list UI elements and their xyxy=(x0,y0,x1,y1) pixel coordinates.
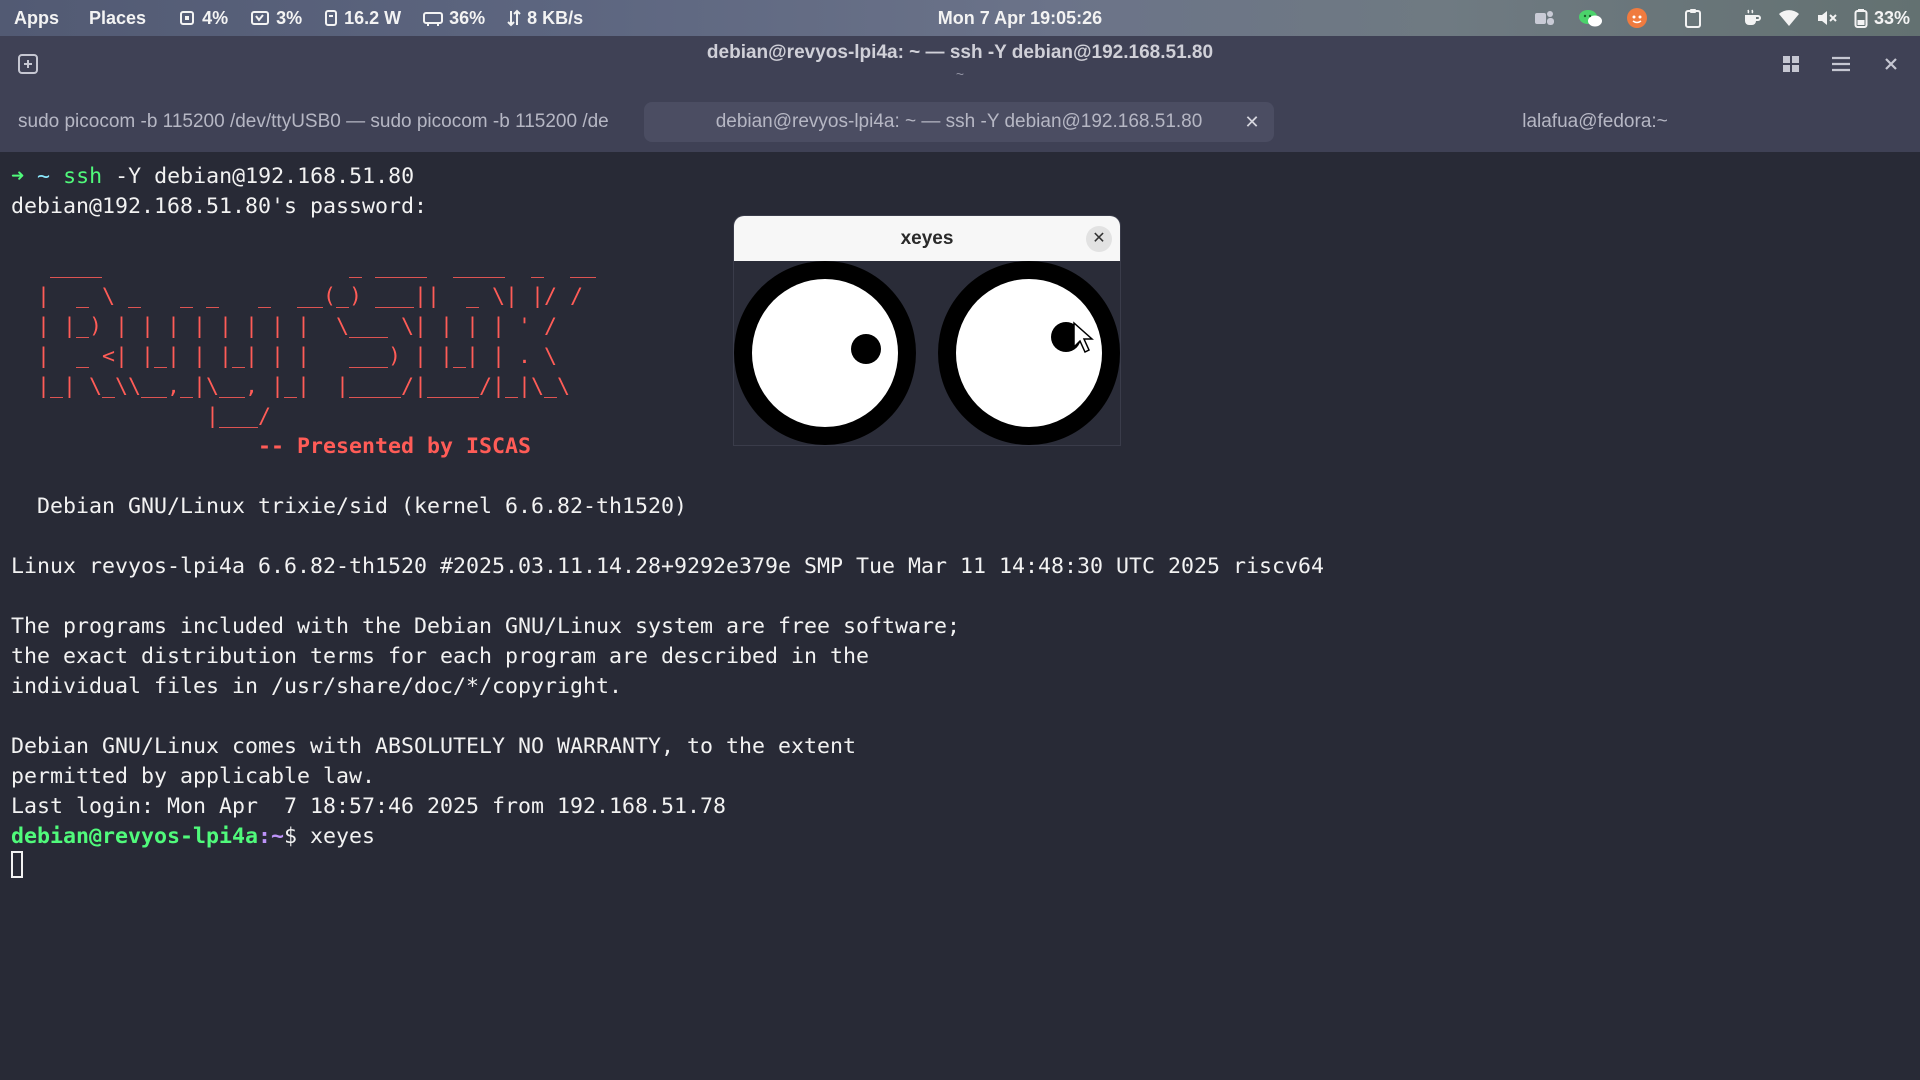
memory-value: 3% xyxy=(276,7,303,28)
prompt-path: :~ xyxy=(258,824,285,849)
new-tab-icon xyxy=(18,54,38,74)
prompt-arrow: ➜ xyxy=(11,164,25,189)
tab-label: lalafua@fedora:~ xyxy=(1522,111,1668,132)
clipboard-icon[interactable] xyxy=(1684,8,1702,28)
prompt-tilde: ~ xyxy=(37,164,51,189)
places-menu[interactable]: Places xyxy=(89,8,146,29)
grid-icon xyxy=(1783,56,1799,72)
coffee-icon[interactable] xyxy=(1742,8,1762,28)
tab-close-icon[interactable]: ✕ xyxy=(1240,102,1264,142)
motd-line: permitted by applicable law. xyxy=(11,764,376,789)
text-cursor xyxy=(11,851,23,878)
debian-version: Debian GNU/Linux trixie/sid (kernel 6.6.… xyxy=(11,494,688,519)
memory-icon xyxy=(251,11,270,25)
terminal-line: debian@192.168.51.80's password: xyxy=(11,194,428,219)
places-label: Places xyxy=(89,7,147,28)
tab-bar: sudo picocom -b 115200 /dev/ttyUSB0 — su… xyxy=(0,92,1920,152)
window-close-button[interactable] xyxy=(1873,46,1909,82)
motd-line: Debian GNU/Linux comes with ABSOLUTELY N… xyxy=(11,734,857,759)
xeyes-titlebar[interactable]: xeyes xyxy=(734,216,1120,261)
shell-prompt: debian@revyos-lpi4a:~$ xeyes xyxy=(11,822,375,852)
clock[interactable]: Mon 7 Apr 19:05:26 xyxy=(880,0,1160,36)
tab-picocom[interactable]: sudo picocom -b 115200 /dev/ttyUSB0 — su… xyxy=(10,102,626,142)
new-tab-button[interactable] xyxy=(10,46,46,82)
ascii-logo-line: | |_) | | | | | | | | \___ \| | | | ' / xyxy=(11,314,571,339)
battery-icon xyxy=(1854,9,1868,28)
ascii-logo-line: | _ <| |_| | |_| | | ___) | |_| | . \ xyxy=(11,344,571,369)
window-title: debian@revyos-lpi4a: ~ — ssh -Y debian@1… xyxy=(706,42,1214,63)
ascii-logo-line: |_| \_\\__,_|\__, |_| |____/|____/|_|\_\ xyxy=(11,374,571,399)
uname-line: Linux revyos-lpi4a 6.6.82-th1520 #2025.0… xyxy=(11,554,1325,579)
command-name: ssh xyxy=(63,164,103,189)
hamburger-icon xyxy=(1832,56,1850,72)
tab-label: debian@revyos-lpi4a: ~ — ssh -Y debian@1… xyxy=(715,111,1203,132)
tab-fedora[interactable]: lalafua@fedora:~ xyxy=(1290,102,1900,142)
cpu-indicator[interactable]: 4% xyxy=(178,8,228,29)
ascii-logo-line: |___/ xyxy=(11,404,272,429)
cpu-value: 4% xyxy=(202,7,229,28)
left-eye xyxy=(734,261,916,445)
teams-icon[interactable] xyxy=(1534,8,1556,28)
ascii-logo-line: | _ \ _ _ _ _ __(_) ___|| _ \| |/ / xyxy=(11,284,584,309)
tab-ssh-active[interactable]: debian@revyos-lpi4a: ~ — ssh -Y debian@1… xyxy=(644,102,1274,142)
cpu-icon xyxy=(180,11,195,25)
battery-indicator[interactable]: 33% xyxy=(1854,8,1910,29)
power-icon xyxy=(325,10,338,26)
battery-value: 33% xyxy=(1873,7,1910,28)
xeyes-canvas[interactable] xyxy=(734,261,1120,445)
terminal-headerbar: debian@revyos-lpi4a: ~ — ssh -Y debian@1… xyxy=(0,36,1920,92)
last-login: Last login: Mon Apr 7 18:57:46 2025 from… xyxy=(11,794,727,819)
prompt-user: debian@revyos-lpi4a xyxy=(11,824,259,849)
top-panel: Apps Places 4% 3% 16.2 W 36% 8 KB/s Mon … xyxy=(0,0,1920,36)
ascii-logo-line: ____ _ ____ ____ _ __ xyxy=(11,254,597,279)
xeyes-window[interactable]: xeyes ✕ xyxy=(734,216,1120,445)
wifi-icon[interactable] xyxy=(1778,9,1800,27)
gpu-icon xyxy=(423,12,444,26)
apps-menu[interactable]: Apps xyxy=(14,8,59,29)
wechat-icon[interactable] xyxy=(1578,8,1604,28)
tab-overview-button[interactable] xyxy=(1773,46,1809,82)
right-eye xyxy=(938,261,1120,445)
gpu-value: 36% xyxy=(449,7,486,28)
memory-indicator[interactable]: 3% xyxy=(250,8,302,29)
power-value: 16.2 W xyxy=(344,7,402,28)
xeyes-close-button[interactable]: ✕ xyxy=(1086,226,1112,252)
command-args: -Y debian@192.168.51.80 xyxy=(102,164,415,189)
close-icon xyxy=(1885,58,1897,70)
main-menu-button[interactable] xyxy=(1823,46,1859,82)
motd-line: The programs included with the Debian GN… xyxy=(11,614,961,639)
tab-label: sudo picocom -b 115200 /dev/ttyUSB0 — su… xyxy=(18,111,609,132)
terminal-line: ➜ ~ ssh -Y debian@192.168.51.80 xyxy=(11,162,414,192)
app-indicator-icon[interactable] xyxy=(1626,7,1648,29)
motd-line: the exact distribution terms for each pr… xyxy=(11,644,870,669)
volume-muted-icon[interactable] xyxy=(1816,9,1838,27)
motd-line: individual files in /usr/share/doc/*/cop… xyxy=(11,674,623,699)
left-pupil xyxy=(851,334,881,364)
window-subtitle: ~ xyxy=(955,66,965,82)
prompt-command: $ xeyes xyxy=(284,824,376,849)
power-indicator[interactable]: 16.2 W xyxy=(324,8,401,29)
network-indicator[interactable]: 8 KB/s xyxy=(507,8,583,29)
network-value: 8 KB/s xyxy=(527,7,584,28)
gpu-indicator[interactable]: 36% xyxy=(423,8,485,29)
presented-by: -- Presented by ISCAS xyxy=(11,434,532,459)
eyes-drawing xyxy=(734,261,1120,445)
xeyes-title: xeyes xyxy=(900,228,954,249)
apps-label: Apps xyxy=(14,7,59,28)
network-icon xyxy=(507,9,521,27)
